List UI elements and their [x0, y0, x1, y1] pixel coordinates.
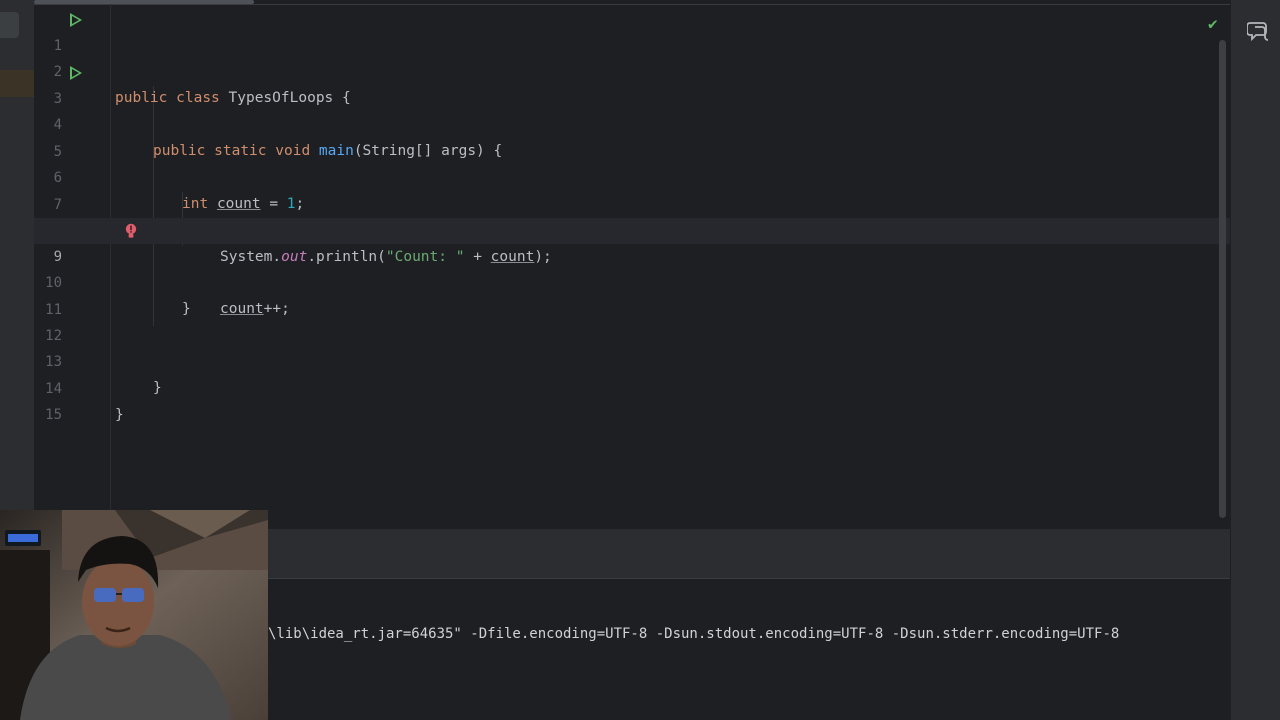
- code-line[interactable]: 8 System.out.println("Count: " + count);: [34, 192, 1230, 265]
- code-line[interactable]: 11: [34, 271, 1230, 318]
- vertical-scrollbar[interactable]: [1219, 40, 1226, 518]
- inspection-ok-icon[interactable]: ✔: [1208, 14, 1218, 33]
- editor-top-border: [34, 4, 1230, 5]
- code-line[interactable]: 12: [34, 297, 1230, 344]
- error-bulb-icon[interactable]: [125, 223, 137, 239]
- code-line[interactable]: 3 public static void main(String[] args)…: [34, 60, 1230, 159]
- webcam-image: [0, 510, 268, 720]
- code-line[interactable]: 14 }: [34, 350, 1230, 423]
- run-gutter-icon[interactable]: [70, 13, 82, 27]
- code-line[interactable]: 6 int count = 1;: [34, 139, 1230, 212]
- code-text: }: [115, 407, 124, 423]
- code-line[interactable]: 13 }: [34, 323, 1230, 396]
- project-tool-button[interactable]: [0, 12, 19, 38]
- code-line[interactable]: 10 }: [34, 244, 1230, 317]
- current-code-line[interactable]: 9 count++;: [34, 218, 1230, 317]
- run-gutter-icon[interactable]: [70, 66, 82, 80]
- right-tool-strip: [1230, 0, 1280, 720]
- bookmark-marker: [0, 70, 34, 97]
- code-line[interactable]: 4: [34, 86, 1230, 133]
- webcam-overlay: [0, 510, 268, 720]
- code-line[interactable]: 5: [34, 113, 1230, 160]
- line-number: 15: [45, 407, 62, 423]
- code-line[interactable]: 7 while(count <= 3) {: [34, 166, 1230, 239]
- code-line[interactable]: 1 public class TypesOfLoops {: [34, 7, 1230, 106]
- horizontal-scrollbar[interactable]: [34, 0, 254, 4]
- code-line[interactable]: 15: [34, 376, 1230, 423]
- console-output: \lib\idea_rt.jar=64635" -Dfile.encoding=…: [268, 626, 1120, 642]
- ai-assistant-icon[interactable]: [1247, 20, 1271, 42]
- code-line[interactable]: 2: [34, 33, 1230, 80]
